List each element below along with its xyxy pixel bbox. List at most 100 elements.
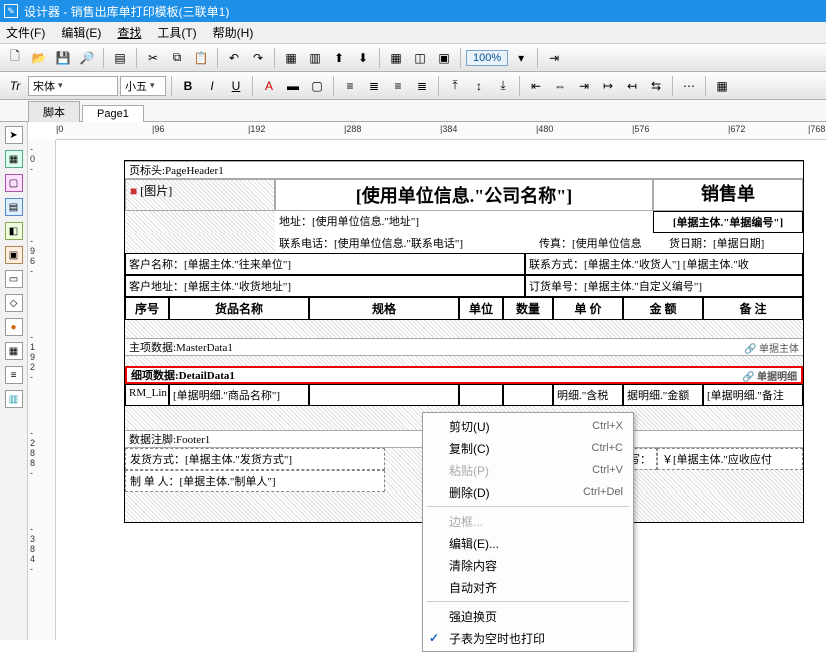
menu-help[interactable]: 帮助(H) — [213, 24, 254, 41]
copy-icon[interactable]: ⧉ — [166, 47, 188, 69]
detail-row[interactable]: RM_Lin [单据明细."商品名称"] 明细."含税 据明细."金额 [单据明… — [125, 384, 803, 406]
table-head: 序号 货品名称 规格 单位 数量 单 价 金 额 备 注 — [125, 297, 803, 320]
ctx-border[interactable]: 边框... — [423, 510, 633, 532]
pointer-icon[interactable]: ➤ — [5, 126, 23, 144]
font-size-select[interactable]: 小五 — [120, 76, 166, 96]
fill-color-icon[interactable]: ▬ — [282, 75, 304, 97]
ctx-print-empty[interactable]: ✓子表为空时也打印 — [423, 627, 633, 649]
valign-mid-icon[interactable]: ↕ — [468, 75, 490, 97]
tool6-icon[interactable]: ▭ — [5, 270, 23, 288]
grid-icon[interactable]: ▦ — [385, 47, 407, 69]
halign6-icon[interactable]: ⇆ — [645, 75, 667, 97]
maker-field[interactable]: 制 单 人：[单据主体."制单人"] — [125, 470, 385, 492]
vruler: - 0 - - 9 6 - - 1 9 2 - - 2 8 8 - - 3 8 — [28, 140, 56, 640]
band-page-header[interactable]: 页标头:PageHeader1 — [125, 161, 803, 179]
preview-icon[interactable]: 🔎 — [76, 47, 98, 69]
ship-field[interactable]: 发货方式：[单据主体."发货方式"] — [125, 448, 385, 470]
ctx-copy[interactable]: 复制(C)Ctrl+C — [423, 437, 633, 459]
open-icon[interactable]: 📂 — [28, 47, 50, 69]
tool7-icon[interactable]: ◇ — [5, 294, 23, 312]
tab-script[interactable]: 脚本 — [28, 101, 80, 122]
tab-row: 脚本 Page1 — [0, 100, 826, 122]
font-family-select[interactable]: 宋体 — [28, 76, 118, 96]
addr-field[interactable]: 地址：[使用单位信息."地址"] — [275, 211, 653, 233]
ctx-delete[interactable]: 删除(D)Ctrl+Del — [423, 481, 633, 503]
menu-edit[interactable]: 编辑(E) — [61, 24, 101, 41]
phone-field[interactable]: 联系电话：[使用单位信息."联系电话"] — [275, 233, 535, 253]
valign-bot-icon[interactable]: ⤓ — [492, 75, 514, 97]
ctx-clear[interactable]: 清除内容 — [423, 554, 633, 576]
extras-icon[interactable]: ⋯ — [678, 75, 700, 97]
page-icon[interactable]: ▤ — [109, 47, 131, 69]
redo-icon[interactable]: ↷ — [247, 47, 269, 69]
window-title: 设计器 - 销售出库单打印模板(三联单1) — [24, 3, 229, 20]
band-master[interactable]: 主项数据:MasterData1 🔗 单据主体 — [125, 338, 803, 356]
align-justify-icon[interactable]: ≣ — [411, 75, 433, 97]
company-field[interactable]: [使用单位信息."公司名称"] — [275, 179, 653, 211]
align-right-icon[interactable]: ≡ — [387, 75, 409, 97]
tab-page1[interactable]: Page1 — [82, 105, 144, 122]
halign4-icon[interactable]: ↦ — [597, 75, 619, 97]
tool5-icon[interactable]: ▣ — [5, 246, 23, 264]
tool11-icon[interactable]: ▥ — [5, 390, 23, 408]
underline-icon[interactable]: U — [225, 75, 247, 97]
undo-icon[interactable]: ↶ — [223, 47, 245, 69]
halign-left-icon[interactable]: ⇤ — [525, 75, 547, 97]
ctx-force-page[interactable]: 强迫换页 — [423, 605, 633, 627]
cust-addr-field[interactable]: 客户地址：[单据主体."收货地址"] — [125, 275, 525, 297]
cut-icon[interactable]: ✂ — [142, 47, 164, 69]
ctx-paste[interactable]: 粘贴(P)Ctrl+V — [423, 459, 633, 481]
bold-icon[interactable]: B — [177, 75, 199, 97]
halign-right-icon[interactable]: ⇥ — [573, 75, 595, 97]
send-back-icon[interactable]: ⬇ — [352, 47, 374, 69]
group-icon[interactable]: ▦ — [280, 47, 302, 69]
border-icon[interactable]: ▢ — [306, 75, 328, 97]
align-center-icon[interactable]: ≣ — [363, 75, 385, 97]
halign-center-icon[interactable]: ⇔ — [549, 75, 571, 97]
context-menu: 剪切(U)Ctrl+X 复制(C)Ctrl+C 粘贴(P)Ctrl+V 删除(D… — [422, 412, 634, 652]
zoom-indicator[interactable]: 100% — [466, 50, 508, 66]
snap-icon[interactable]: ◫ — [409, 47, 431, 69]
fit-icon[interactable]: ▣ — [433, 47, 455, 69]
menu-find[interactable]: 查找 — [117, 24, 141, 41]
toolbar-main: 🗋 📂 💾 🔎 ▤ ✂ ⧉ 📋 ↶ ↷ ▦ ▥ ⬆ ⬇ ▦ ◫ ▣ 100% ▾… — [0, 44, 826, 72]
tool8-icon[interactable]: ● — [5, 318, 23, 336]
zoom-drop-icon[interactable]: ▾ — [510, 47, 532, 69]
left-toolbar: ➤ ▦ ▢ ▤ ◧ ▣ ▭ ◇ ● ▦ ≡ ▥ — [0, 122, 28, 640]
halign5-icon[interactable]: ↤ — [621, 75, 643, 97]
tool9-icon[interactable]: ▦ — [5, 342, 23, 360]
hruler: |0 |96 |192 |288 |384 |480 |576 |672 |76… — [56, 122, 826, 140]
contact-field[interactable]: 联系方式：[单据主体."收货人"] [单据主体."收 — [525, 253, 803, 275]
font-color-icon[interactable]: A — [258, 75, 280, 97]
valign-top-icon[interactable]: ⤒ — [444, 75, 466, 97]
pic-field[interactable]: ■ [图片] — [125, 179, 275, 211]
align-left-icon[interactable]: ≡ — [339, 75, 361, 97]
props-icon[interactable]: ▦ — [711, 75, 733, 97]
ctx-align[interactable]: 自动对齐 — [423, 576, 633, 598]
bring-front-icon[interactable]: ⬆ — [328, 47, 350, 69]
menu-tool[interactable]: 工具(T) — [157, 24, 196, 41]
menu-file[interactable]: 文件(F) — [6, 24, 45, 41]
tool10-icon[interactable]: ≡ — [5, 366, 23, 384]
ungroup-icon[interactable]: ▥ — [304, 47, 326, 69]
tool2-icon[interactable]: ▢ — [5, 174, 23, 192]
orderno-field[interactable]: 订货单号：[单据主体."自定义编号"] — [525, 275, 803, 297]
italic-icon[interactable]: I — [201, 75, 223, 97]
save-icon[interactable]: 💾 — [52, 47, 74, 69]
exit-icon[interactable]: ⇥ — [543, 47, 565, 69]
tool4-icon[interactable]: ◧ — [5, 222, 23, 240]
tool1-icon[interactable]: ▦ — [5, 150, 23, 168]
ctx-cut[interactable]: 剪切(U)Ctrl+X — [423, 415, 633, 437]
billno-field[interactable]: [单据主体."单据编号"] — [653, 211, 803, 233]
fax-field[interactable]: 传真：[使用单位信息 — [535, 233, 665, 253]
tool3-icon[interactable]: ▤ — [5, 198, 23, 216]
new-icon[interactable]: 🗋 — [4, 47, 26, 69]
ctx-edit[interactable]: 编辑(E)... — [423, 532, 633, 554]
paste-icon[interactable]: 📋 — [190, 47, 212, 69]
doc-title-field[interactable]: 销售单 — [653, 179, 803, 211]
cust-name-field[interactable]: 客户名称：[单据主体."往来单位"] — [125, 253, 525, 275]
sum-field[interactable]: ￥[单据主体."应收应付 — [657, 448, 803, 470]
billdate-field[interactable]: 货日期：[单据日期] — [665, 233, 803, 253]
titlebar: ✎ 设计器 - 销售出库单打印模板(三联单1) — [0, 0, 826, 22]
band-detail[interactable]: 细项数据:DetailData1 🔗 单据明细 — [125, 366, 803, 384]
